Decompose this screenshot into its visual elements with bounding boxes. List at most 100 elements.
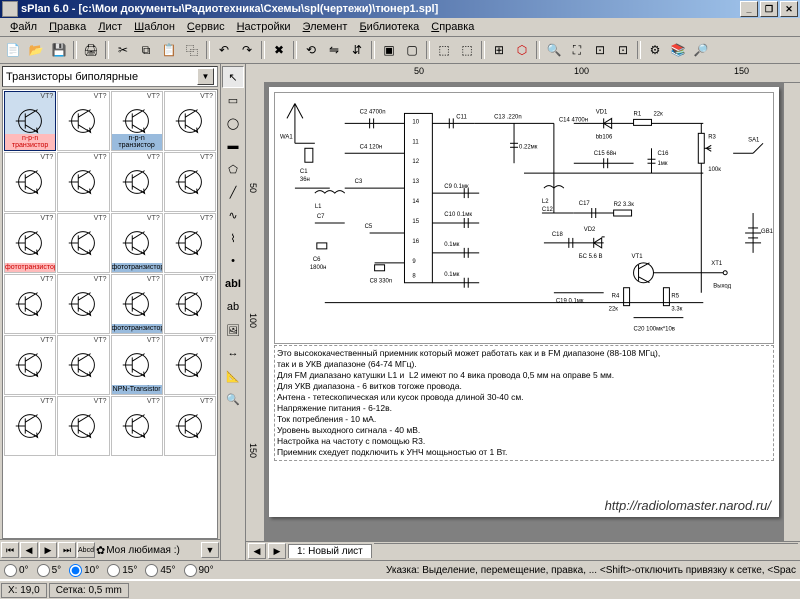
menu-Библиотека[interactable]: Библиотека [353, 20, 425, 34]
palette-item[interactable]: VT? [4, 274, 56, 334]
sheet-prev[interactable]: ◀ [248, 543, 266, 559]
palette-item[interactable]: VT? [57, 91, 109, 151]
junction-tool[interactable]: • [222, 250, 244, 272]
palette-item[interactable]: VT? [164, 335, 216, 395]
mirror-h-button[interactable]: ⇋ [323, 39, 345, 61]
fill-tool[interactable]: ▬ [222, 135, 244, 157]
image-tool[interactable]: 🖼 [222, 319, 244, 341]
horizontal-scrollbar[interactable] [374, 543, 798, 560]
palette-item[interactable]: VT?NPN-Transistor [111, 335, 163, 395]
dimension-tool[interactable]: ↔ [222, 342, 244, 364]
library-pane: Транзисторы биполярные ▼ VT?n-p-n транзи… [0, 64, 221, 560]
zoom-sel-button[interactable]: ⊡ [612, 39, 634, 61]
palette-item[interactable]: VT? [164, 396, 216, 456]
zoom-tool[interactable]: 🔍 [222, 388, 244, 410]
library-select[interactable]: Транзисторы биполярные ▼ [2, 66, 218, 87]
palette-item[interactable]: VT? [57, 274, 109, 334]
paste-button[interactable]: 📋 [158, 39, 180, 61]
rect-tool[interactable]: ▭ [222, 89, 244, 111]
palette-item[interactable]: VT? [57, 335, 109, 395]
circle-tool[interactable]: ◯ [222, 112, 244, 134]
open-button[interactable]: 📂 [25, 39, 47, 61]
curve-tool[interactable]: ∿ [222, 204, 244, 226]
snap-button[interactable]: ⊞ [488, 39, 510, 61]
palette-item[interactable]: VT? [164, 213, 216, 273]
canvas[interactable]: WA1 C136н L1 C7 C61800н 1011121314151698 [265, 83, 783, 541]
angle-option[interactable]: 45° [145, 564, 175, 577]
menu-Настройки[interactable]: Настройки [231, 20, 297, 34]
group-button[interactable]: ⬚ [433, 39, 455, 61]
ungroup-button[interactable]: ⬚ [456, 39, 478, 61]
pointer-tool[interactable]: ↖ [222, 66, 244, 88]
angle-option[interactable]: 0° [4, 564, 29, 577]
menu-Лист[interactable]: Лист [92, 20, 128, 34]
menu-Сервис[interactable]: Сервис [181, 20, 231, 34]
fav-dropdown[interactable]: ▼ [201, 542, 219, 558]
palette-item[interactable]: VT? [164, 91, 216, 151]
palette-item[interactable]: VT? [4, 396, 56, 456]
text-tool[interactable]: ab [222, 296, 244, 318]
zoom-fit-button[interactable]: ⊡ [589, 39, 611, 61]
palette-item[interactable]: VT?фототранзистор [111, 213, 163, 273]
palette-text-button[interactable]: Abcd [77, 542, 95, 558]
polygon-tool[interactable]: ⬠ [222, 158, 244, 180]
front-button[interactable]: ▣ [378, 39, 400, 61]
maximize-button[interactable]: ❐ [760, 1, 778, 17]
menu-Шаблон[interactable]: Шаблон [128, 20, 181, 34]
palette-item[interactable]: VT? [4, 152, 56, 212]
cut-button[interactable]: ✂ [112, 39, 134, 61]
angle-option[interactable]: 10° [69, 564, 99, 577]
bezier-tool[interactable]: ⌇ [222, 227, 244, 249]
back-button[interactable]: ▢ [401, 39, 423, 61]
palette-item[interactable]: VT?n-p-n транзистор [4, 91, 56, 151]
palette-item[interactable]: VT?фототранзистор [4, 213, 56, 273]
measure-tool[interactable]: 📐 [222, 365, 244, 387]
undo-button[interactable]: ↶ [213, 39, 235, 61]
mirror-v-button[interactable]: ⇵ [346, 39, 368, 61]
delete-button[interactable]: ✖ [268, 39, 290, 61]
print-button[interactable]: 🖨 [80, 39, 102, 61]
redo-button[interactable]: ↷ [236, 39, 258, 61]
zoom-page-button[interactable]: ⛶ [566, 39, 588, 61]
minimize-button[interactable]: _ [740, 1, 758, 17]
library-button[interactable]: 📚 [667, 39, 689, 61]
zoom-button[interactable]: 🔍 [543, 39, 565, 61]
new-button[interactable]: 📄 [2, 39, 24, 61]
angle-option[interactable]: 90° [184, 564, 214, 577]
palette-item[interactable]: VT? [111, 396, 163, 456]
magnet-button[interactable]: ⬡ [511, 39, 533, 61]
svg-text:C7: C7 [317, 214, 325, 220]
palette-item[interactable]: VT?фототранзистор [111, 274, 163, 334]
palette-item[interactable]: VT? [111, 152, 163, 212]
menu-Файл[interactable]: Файл [4, 20, 43, 34]
vertical-scrollbar[interactable] [783, 83, 800, 541]
close-button[interactable]: ✕ [780, 1, 798, 17]
palette-item[interactable]: VT? [57, 152, 109, 212]
rotate-button[interactable]: ⟲ [300, 39, 322, 61]
save-button[interactable]: 💾 [48, 39, 70, 61]
palette-item[interactable]: VT? [164, 274, 216, 334]
search-button[interactable]: 🔎 [690, 39, 712, 61]
svg-text:C19 0.1мк: C19 0.1мк [556, 299, 584, 305]
palette-next-button[interactable]: ▶ [39, 542, 57, 558]
palette-last-button[interactable]: ⏭ [58, 542, 76, 558]
palette-item[interactable]: VT? [57, 396, 109, 456]
text-bold-tool[interactable]: abI [222, 273, 244, 295]
menu-Элемент[interactable]: Элемент [297, 20, 354, 34]
menu-Правка[interactable]: Правка [43, 20, 92, 34]
duplicate-button[interactable]: ⿻ [181, 39, 203, 61]
copy-button[interactable]: ⧉ [135, 39, 157, 61]
sheet-next[interactable]: ▶ [268, 543, 286, 559]
palette-prev-button[interactable]: ◀ [20, 542, 38, 558]
palette-item[interactable]: VT? [57, 213, 109, 273]
palette-first-button[interactable]: ⏮ [1, 542, 19, 558]
components-button[interactable]: ⚙ [644, 39, 666, 61]
sheet-tab-1[interactable]: 1: Новый лист [288, 544, 372, 558]
menu-Справка[interactable]: Справка [425, 20, 480, 34]
angle-option[interactable]: 15° [107, 564, 137, 577]
palette-item[interactable]: VT?n-p-n транзистор [111, 91, 163, 151]
palette-item[interactable]: VT? [164, 152, 216, 212]
palette-item[interactable]: VT? [4, 335, 56, 395]
angle-option[interactable]: 5° [37, 564, 62, 577]
line-tool[interactable]: ╱ [222, 181, 244, 203]
